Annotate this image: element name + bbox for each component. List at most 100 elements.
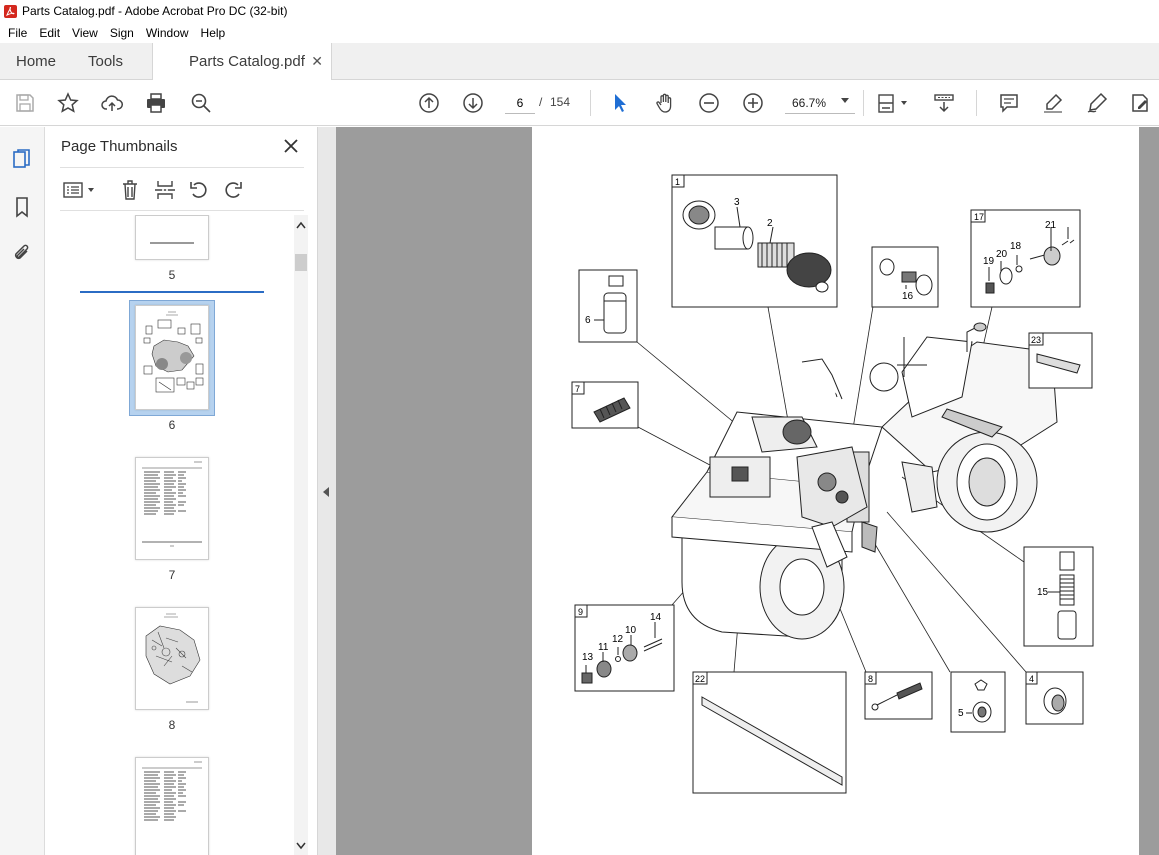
previous-page-icon[interactable] [416, 90, 442, 116]
scroll-down-icon[interactable] [296, 842, 306, 850]
callout-5 [950, 671, 1006, 733]
next-page-icon[interactable] [460, 90, 486, 116]
zoom-value: 66.7% [792, 95, 827, 110]
tab-tools[interactable]: Tools [88, 43, 123, 80]
part-number: 5 [958, 708, 964, 719]
menu-view[interactable]: View [66, 26, 104, 40]
tab-bar: Home Tools Parts Catalog.pdf ✕ [0, 43, 1159, 80]
zoom-level-dropdown[interactable]: 66.7% [785, 92, 855, 114]
thumbnail-label: 7 [168, 568, 176, 582]
callout-7 [571, 381, 639, 429]
pdf-page: 1 3 2 6 7 16 17 21 20 18 19 23 15 9 14 1… [532, 127, 1139, 855]
close-panel-icon[interactable] [282, 137, 300, 155]
fit-page-icon[interactable] [875, 90, 911, 116]
menu-window[interactable]: Window [140, 26, 195, 40]
menu-edit[interactable]: Edit [33, 26, 66, 40]
callout-box-number: 17 [974, 212, 984, 222]
tab-home[interactable]: Home [16, 43, 56, 80]
attachments-icon[interactable] [10, 241, 34, 265]
bookmark-star-icon[interactable] [55, 90, 81, 116]
part-number: 2 [767, 218, 773, 229]
upload-cloud-icon[interactable] [99, 90, 125, 116]
hand-tool-icon[interactable] [652, 90, 678, 116]
callout-15 [1023, 546, 1094, 647]
rotate-clockwise-icon[interactable] [222, 178, 244, 202]
zoom-search-icon[interactable] [188, 90, 214, 116]
callout-6 [578, 269, 638, 343]
page-separator: / [539, 95, 543, 109]
page-number-input[interactable] [505, 92, 535, 114]
callout-22 [692, 671, 847, 794]
title-bar: Parts Catalog.pdf - Adobe Acrobat Pro DC… [0, 0, 1159, 22]
rotate-counterclockwise-icon[interactable] [188, 178, 210, 202]
highlight-pen-icon[interactable] [1040, 90, 1066, 116]
thumbnail-page-6[interactable] [135, 305, 209, 410]
menu-bar: File Edit View Sign Window Help [0, 22, 1159, 43]
page-thumbnails-icon[interactable] [10, 147, 34, 171]
menu-file[interactable]: File [2, 26, 33, 40]
tab-document-label: Parts Catalog.pdf [189, 53, 305, 70]
thumbnail-page-7[interactable] [135, 457, 209, 560]
part-number: 19 [983, 256, 995, 267]
callout-box-number: 22 [695, 674, 705, 684]
sign-pen-icon[interactable] [1084, 90, 1110, 116]
menu-help[interactable]: Help [195, 26, 232, 40]
thumbnail-list: 5 6 7 8 [46, 215, 304, 855]
part-number: 3 [734, 197, 740, 208]
edit-pdf-icon[interactable] [1127, 90, 1153, 116]
scrollbar-thumb[interactable] [295, 254, 307, 271]
left-rail [0, 127, 45, 855]
thumbnail-scrollbar[interactable] [294, 215, 308, 855]
exploded-parts-diagram: 1 3 2 6 7 16 17 21 20 18 19 23 15 9 14 1… [571, 174, 1094, 794]
scroll-up-icon[interactable] [296, 221, 306, 229]
part-number: 11 [598, 642, 609, 653]
part-number: 12 [612, 634, 624, 645]
viewer-right-edge [1139, 127, 1159, 855]
window-title: Parts Catalog.pdf - Adobe Acrobat Pro DC… [22, 4, 288, 18]
close-tab-icon[interactable]: ✕ [311, 43, 323, 80]
zoom-out-icon[interactable] [696, 90, 722, 116]
part-number: 21 [1045, 220, 1057, 231]
part-number: 6 [585, 315, 591, 326]
zoom-in-icon[interactable] [740, 90, 766, 116]
drop-indicator [80, 291, 264, 293]
delete-page-icon[interactable] [120, 178, 140, 202]
panel-toolbar [60, 167, 304, 211]
total-pages: 154 [550, 95, 571, 109]
select-cursor-icon[interactable] [607, 90, 633, 116]
thumbnail-label: 5 [168, 268, 176, 282]
thumbnail-label: 6 [168, 418, 176, 432]
part-number: 16 [902, 291, 914, 302]
toolbar-divider [863, 90, 864, 116]
collapse-panel-handle[interactable] [318, 127, 336, 855]
callout-box-number: 1 [675, 177, 680, 187]
tab-document[interactable]: Parts Catalog.pdf ✕ [152, 43, 332, 80]
callout-box-number: 7 [575, 384, 580, 394]
thumbnails-panel: Page Thumbnails 5 6 7 8 [46, 127, 318, 855]
panel-title: Page Thumbnails [61, 138, 178, 155]
part-number: 10 [625, 625, 637, 636]
extract-pages-icon[interactable] [154, 178, 176, 202]
menu-sign[interactable]: Sign [104, 26, 140, 40]
thumbnail-page-5[interactable] [135, 215, 209, 260]
callout-8 [864, 671, 933, 720]
thumbnail-options-icon[interactable] [62, 178, 96, 202]
bookmarks-icon[interactable] [10, 195, 34, 219]
chevron-left-icon [323, 487, 329, 497]
part-number: 15 [1037, 587, 1049, 598]
thumbnail-page-9[interactable] [135, 757, 209, 855]
document-viewer[interactable]: 1 3 2 6 7 16 17 21 20 18 19 23 15 9 14 1… [336, 127, 1159, 855]
callout-box-number: 4 [1029, 674, 1034, 684]
part-number: 14 [650, 612, 662, 623]
comment-icon[interactable] [996, 90, 1022, 116]
callout-4 [1025, 671, 1084, 725]
scroll-mode-icon[interactable] [931, 90, 957, 116]
save-icon[interactable] [12, 90, 38, 116]
part-number: 13 [582, 652, 594, 663]
acrobat-icon [4, 4, 17, 18]
thumbnail-page-8[interactable] [135, 607, 209, 710]
callout-box-number: 23 [1031, 335, 1041, 345]
callout-1 [671, 174, 838, 308]
print-icon[interactable] [143, 90, 169, 116]
chevron-down-icon [841, 98, 849, 103]
